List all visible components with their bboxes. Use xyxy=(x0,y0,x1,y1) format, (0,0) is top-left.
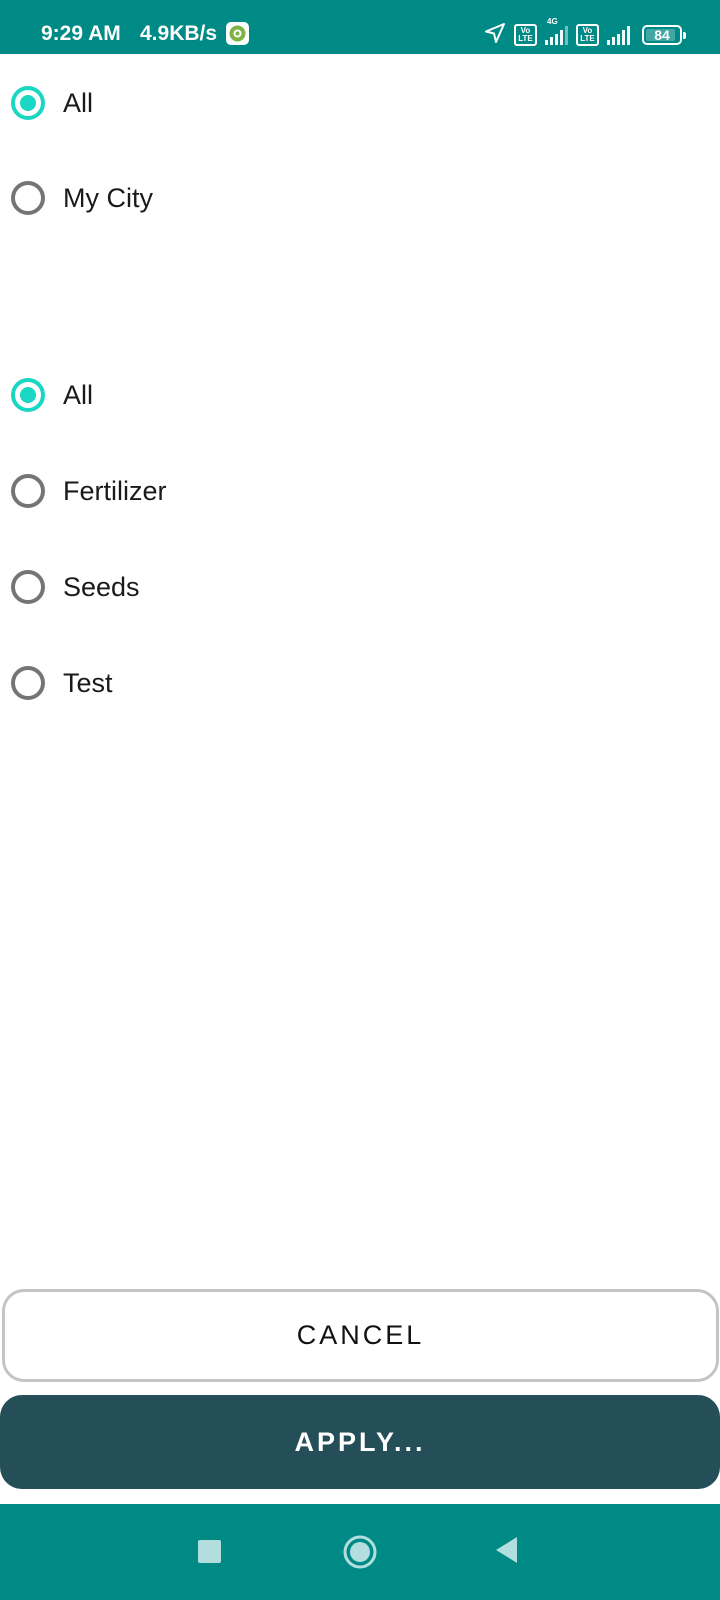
radio-option-location-all[interactable]: All xyxy=(11,73,93,133)
network-speed: 4.9KB/s xyxy=(140,22,218,45)
signal-icon: 4G xyxy=(545,17,568,45)
status-icons: Vo LTE 4G Vo LTE 84 xyxy=(484,17,686,50)
status-time: 9:29 AM xyxy=(41,22,121,45)
radio-option-fertilizer[interactable]: Fertilizer xyxy=(11,461,167,521)
radio-option-seeds[interactable]: Seeds xyxy=(11,557,140,617)
radio-option-category-all[interactable]: All xyxy=(11,365,93,425)
radio-label: Test xyxy=(63,667,113,698)
back-triangle-icon[interactable] xyxy=(493,1535,519,1565)
radio-button-checked[interactable] xyxy=(11,378,45,412)
radio-option-test[interactable]: Test xyxy=(11,653,113,713)
battery-icon: 84 xyxy=(642,25,686,45)
radio-label: Fertilizer xyxy=(63,475,167,506)
radio-option-my-city[interactable]: My City xyxy=(11,168,153,228)
radio-label: Seeds xyxy=(63,571,140,602)
cancel-button[interactable]: CANCEL xyxy=(2,1289,719,1382)
navigation-bar xyxy=(0,1504,720,1600)
radio-button-checked[interactable] xyxy=(11,86,45,120)
radio-button-unchecked[interactable] xyxy=(11,570,45,604)
status-bar: 9:29 AM 4.9KB/s Vo LTE 4G Vo LTE 84 xyxy=(0,0,720,54)
radio-button-unchecked[interactable] xyxy=(11,181,45,215)
battery-level: 84 xyxy=(654,27,670,43)
volte-icon: Vo LTE xyxy=(514,24,537,46)
radio-button-unchecked[interactable] xyxy=(11,474,45,508)
radio-label: All xyxy=(63,87,94,118)
apply-button[interactable]: APPLY... xyxy=(0,1395,720,1489)
signal-icon xyxy=(607,25,630,45)
app-notification-icon xyxy=(226,22,249,45)
volte-icon: Vo LTE xyxy=(576,24,599,46)
location-arrow-icon xyxy=(484,22,506,49)
radio-label: My City xyxy=(63,182,153,213)
home-circle-icon[interactable] xyxy=(342,1534,378,1570)
network-type: 4G xyxy=(547,17,558,26)
radio-label: All xyxy=(63,379,94,410)
recents-square-icon[interactable] xyxy=(198,1540,221,1563)
radio-button-unchecked[interactable] xyxy=(11,666,45,700)
